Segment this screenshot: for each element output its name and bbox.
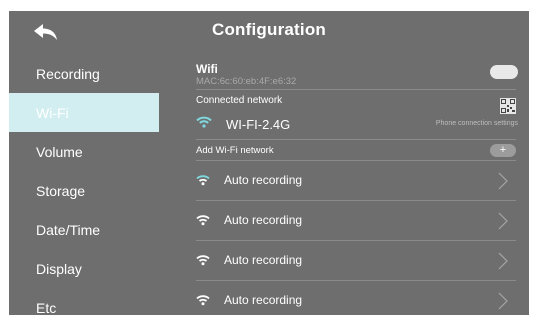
list-item[interactable]: Auto recording (196, 280, 516, 315)
qr-code-icon[interactable] (500, 98, 516, 114)
sidebar-item-label: Etc (36, 299, 57, 316)
chevron-right-icon (498, 292, 508, 315)
sidebar-item-label: Display (36, 260, 82, 277)
sidebar-item-label: Wi-Fi (36, 104, 69, 121)
sidebar-item-volume[interactable]: Volume (9, 132, 159, 171)
wifi-icon (196, 115, 212, 133)
mac-address: MAC:6c:60:eb:4F:e6:32 (196, 76, 297, 87)
connected-network[interactable]: WI-FI-2.4G (196, 115, 290, 133)
sidebar-item-recording[interactable]: Recording (9, 54, 159, 93)
wifi-icon (196, 213, 210, 231)
page-title: Configuration (211, 20, 327, 39)
phone-connection-settings-link[interactable]: Phone connection settings (436, 120, 518, 127)
add-network-button[interactable]: + (490, 144, 516, 157)
add-network-row: Add Wi-Fi network + (196, 140, 516, 160)
network-name: Auto recording (224, 253, 303, 267)
network-name: Auto recording (224, 213, 303, 227)
sidebar-item-etc[interactable]: Etc (9, 288, 159, 316)
list-item[interactable]: Auto recording (196, 240, 516, 280)
connected-network-section: Connected network WI-FI-2.4G Phone conne… (196, 90, 518, 139)
network-name: Auto recording (224, 293, 303, 307)
add-network-label: Add Wi-Fi network (196, 145, 274, 156)
chevron-right-icon (498, 212, 508, 235)
sidebar-item-display[interactable]: Display (9, 249, 159, 288)
sidebar-item-label: Date/Time (36, 221, 101, 238)
chevron-right-icon (498, 252, 508, 275)
wifi-label: Wifi (196, 62, 218, 76)
sidebar-item-wifi[interactable]: Wi-Fi (9, 93, 159, 132)
connected-network-name: WI-FI-2.4G (226, 116, 291, 132)
sidebar-item-datetime[interactable]: Date/Time (9, 210, 159, 249)
wifi-icon (196, 293, 210, 311)
list-item[interactable]: Auto recording (196, 200, 516, 240)
wifi-toggle-row: Wifi MAC:6c:60:eb:4F:e6:32 (196, 59, 518, 89)
wifi-icon (196, 253, 210, 271)
sidebar-item-label: Storage (36, 182, 86, 199)
sidebar-item-label: Recording (36, 65, 100, 82)
config-screen: Configuration Recording Wi-Fi Volume Sto… (9, 11, 529, 315)
chevron-right-icon (498, 172, 508, 195)
list-item[interactable]: Auto recording (196, 160, 516, 200)
sidebar-item-storage[interactable]: Storage (9, 171, 159, 210)
wifi-icon (196, 173, 210, 191)
wifi-toggle[interactable] (490, 65, 518, 79)
sidebar: Recording Wi-Fi Volume Storage Date/Time… (9, 54, 159, 315)
wifi-panel: Wifi MAC:6c:60:eb:4F:e6:32 Connected net… (196, 59, 518, 315)
network-name: Auto recording (224, 173, 303, 187)
connected-network-label: Connected network (196, 95, 283, 106)
sidebar-item-label: Volume (36, 143, 83, 160)
